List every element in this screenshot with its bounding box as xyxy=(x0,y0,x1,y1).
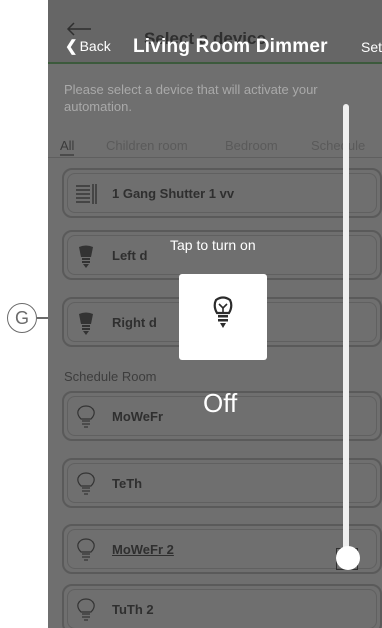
dimmer-slider-handle[interactable] xyxy=(336,546,360,570)
device-label: MoWeFr xyxy=(112,409,164,424)
header-divider xyxy=(48,62,382,64)
device-card-teth[interactable]: TeTh xyxy=(62,458,382,508)
bulb-icon xyxy=(79,312,93,335)
tab-schedule[interactable]: Schedule xyxy=(311,138,365,153)
callout-g-text: G xyxy=(14,307,29,328)
back-arrow-icon[interactable] xyxy=(66,22,92,36)
room-tabs: All Children room Bedroom Schedule xyxy=(48,138,382,156)
tabs-divider xyxy=(48,157,382,158)
tap-hint: Tap to turn on xyxy=(170,237,256,253)
app-screen: ❮ Back Select a device Living Room Dimme… xyxy=(48,0,382,628)
bulb-icon xyxy=(79,245,93,268)
device-card-mowefr-2[interactable]: MoWeFr 2 xyxy=(62,524,382,574)
bulb-outline-icon xyxy=(77,598,95,621)
shutter-icon xyxy=(76,184,97,204)
device-label: TeTh xyxy=(112,476,143,491)
device-label: Right d xyxy=(112,315,157,330)
light-toggle-button[interactable] xyxy=(179,274,267,360)
dimmer-slider[interactable] xyxy=(343,104,349,564)
dimmer-state: Off xyxy=(203,388,238,418)
bulb-outline-icon xyxy=(77,538,95,561)
tab-bedroom[interactable]: Bedroom xyxy=(225,138,278,153)
callout-g: G xyxy=(7,303,37,333)
device-label: 1 Gang Shutter 1 vv xyxy=(112,186,235,201)
device-label: Left d xyxy=(112,248,148,263)
tab-children-room[interactable]: Children room xyxy=(106,138,188,153)
tab-all[interactable]: All xyxy=(60,138,75,156)
section-schedule-room: Schedule Room xyxy=(64,369,157,384)
back-button[interactable]: ❮ Back xyxy=(65,37,111,55)
bulb-icon xyxy=(213,296,233,328)
header: ❮ Back Select a device Living Room Dimme… xyxy=(48,0,382,64)
page-title: Living Room Dimmer xyxy=(133,36,328,57)
instruction-text: Please select a device that will activat… xyxy=(64,82,318,114)
device-card-tuth-2[interactable]: TuTh 2 xyxy=(62,584,382,628)
device-card-shutter[interactable]: 1 Gang Shutter 1 vv xyxy=(62,168,382,218)
device-label: TuTh 2 xyxy=(112,602,154,617)
device-label: MoWeFr 2 xyxy=(112,542,174,557)
bulb-outline-icon xyxy=(77,472,95,495)
chevron-left-icon: ❮ xyxy=(65,38,78,55)
set-button[interactable]: Set xyxy=(361,39,382,55)
bulb-outline-icon xyxy=(77,405,95,428)
back-label: Back xyxy=(79,38,111,54)
